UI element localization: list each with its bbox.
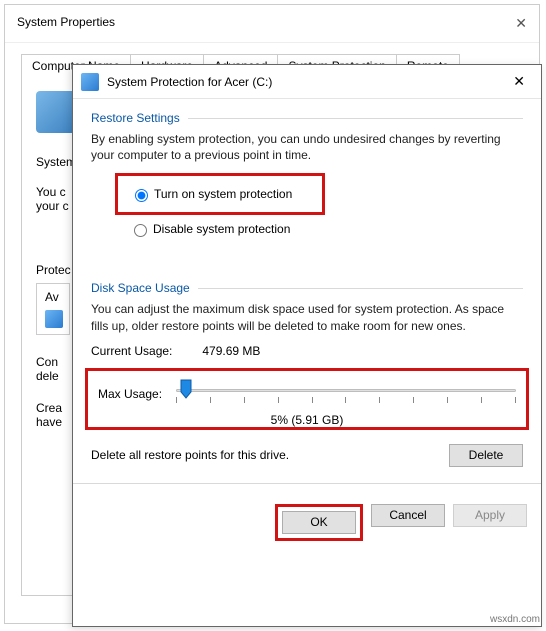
group-divider (198, 288, 523, 289)
max-usage-label: Max Usage: (98, 387, 162, 401)
max-usage-slider[interactable] (176, 379, 516, 409)
dialog-footer: OK Cancel Apply (73, 494, 541, 551)
disk-usage-description: You can adjust the maximum disk space us… (91, 301, 523, 333)
ok-button[interactable]: OK (282, 511, 356, 534)
highlight-max-usage: Max Usage: 5% (5.91 GB) (85, 368, 529, 430)
background-titlebar: System Properties ✕ (5, 5, 539, 43)
current-usage-value: 479.69 MB (202, 344, 260, 358)
bg-text-av: Av (45, 290, 61, 304)
close-icon[interactable]: ✕ (515, 15, 527, 32)
system-protection-dialog: System Protection for Acer (C:) ✕ Restor… (72, 64, 542, 627)
delete-description: Delete all restore points for this drive… (91, 448, 289, 462)
dialog-body: Restore Settings By enabling system prot… (73, 99, 541, 494)
close-icon[interactable]: ✕ (505, 71, 533, 92)
drive-icon (45, 310, 63, 328)
restore-description: By enabling system protection, you can u… (91, 131, 523, 163)
dialog-title: System Protection for Acer (C:) (107, 75, 505, 89)
restore-settings-group: Restore Settings (91, 111, 523, 125)
radio-disable-label: Disable system protection (153, 222, 290, 236)
disk-usage-label: Disk Space Usage (91, 281, 190, 295)
watermark: wsxdn.com (490, 614, 540, 625)
footer-divider (73, 483, 541, 484)
slider-ticks (176, 397, 516, 403)
radio-disable[interactable]: Disable system protection (129, 221, 523, 237)
highlight-turn-on: Turn on system protection (115, 173, 325, 215)
apply-button[interactable]: Apply (453, 504, 527, 527)
disk-usage-group: Disk Space Usage (91, 281, 523, 295)
delete-button[interactable]: Delete (449, 444, 523, 467)
group-divider (188, 118, 523, 119)
radio-turn-on[interactable]: Turn on system protection (130, 186, 310, 202)
background-window-title: System Properties (17, 15, 115, 32)
slider-track (176, 389, 516, 392)
highlight-ok: OK (275, 504, 363, 541)
dialog-titlebar: System Protection for Acer (C:) ✕ (73, 65, 541, 99)
max-usage-readout: 5% (5.91 GB) (98, 413, 516, 427)
radio-turn-on-label: Turn on system protection (154, 187, 292, 201)
current-usage-label: Current Usage: (91, 344, 172, 358)
restore-settings-label: Restore Settings (91, 111, 180, 125)
system-protection-icon (81, 73, 99, 91)
slider-thumb[interactable] (180, 379, 192, 399)
radio-disable-input[interactable] (134, 224, 147, 237)
radio-turn-on-input[interactable] (135, 189, 148, 202)
cancel-button[interactable]: Cancel (371, 504, 445, 527)
delete-row: Delete all restore points for this drive… (91, 444, 523, 467)
current-usage-row: Current Usage: 479.69 MB (91, 344, 523, 358)
